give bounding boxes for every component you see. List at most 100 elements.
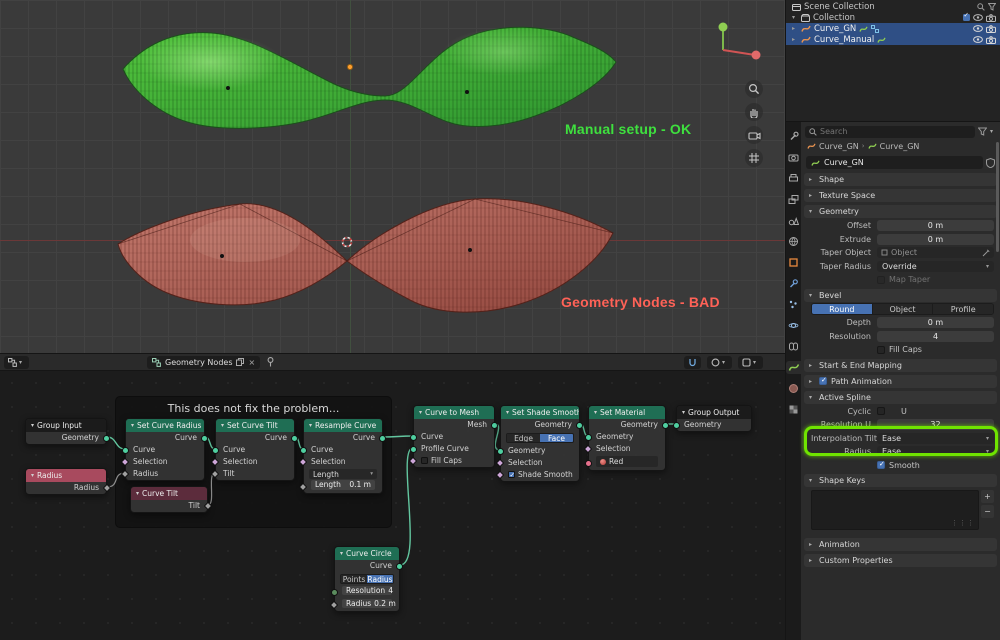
socket-curve-in[interactable]: [410, 433, 417, 441]
tab-object[interactable]: [786, 256, 802, 269]
socket-curve-out[interactable]: [291, 434, 298, 442]
depth-field[interactable]: 0 m: [877, 317, 994, 328]
node-radius-input[interactable]: ▾ Radius Radius: [25, 468, 112, 495]
zoom-icon[interactable]: [745, 80, 763, 98]
material-selector[interactable]: Red: [596, 456, 658, 467]
bevel-profile-button[interactable]: Profile: [933, 304, 993, 314]
filter-icon[interactable]: [978, 127, 987, 136]
node-set-curve-radius[interactable]: ▾ Set Curve Radius Curve Curve Selection …: [120, 418, 208, 481]
panel-bevel[interactable]: ▾ Bevel: [804, 288, 997, 302]
collapse-chevron-icon[interactable]: ▾: [136, 490, 139, 497]
panel-path-animation[interactable]: ▸Path Animation: [804, 374, 997, 388]
tab-world[interactable]: [786, 235, 802, 248]
socket-curve-in[interactable]: [122, 446, 129, 454]
panel-custom-properties[interactable]: ▸ Custom Properties: [804, 554, 997, 567]
domain-edge-button[interactable]: Edge: [507, 434, 540, 442]
properties-editor[interactable]: ▾ Curve_GN › Curve_GN Curve_GN ▸Shape ▸T…: [801, 122, 1000, 640]
collapse-chevron-icon[interactable]: ▾: [340, 550, 343, 557]
collapse-chevron-icon[interactable]: ▾: [419, 409, 422, 416]
shape-keys-list[interactable]: ⋮⋮⋮: [811, 490, 979, 530]
panel-active-spline[interactable]: ▾ Active Spline: [804, 390, 997, 404]
pin-icon[interactable]: [266, 357, 275, 367]
collapse-chevron-icon[interactable]: ▾: [31, 422, 34, 429]
bevel-resolution-field[interactable]: 4: [877, 330, 994, 342]
collapse-chevron-icon[interactable]: ▾: [682, 409, 685, 416]
socket-geometry-out[interactable]: [576, 421, 583, 429]
breadcrumb-data[interactable]: Curve_GN: [880, 142, 920, 151]
outliner-row-curve-manual[interactable]: ▸ Curve_Manual: [786, 34, 1000, 45]
add-shape-key-button[interactable]: +: [981, 490, 994, 503]
collapse-chevron-icon[interactable]: ▾: [309, 422, 312, 429]
resize-grip[interactable]: ⋮⋮⋮: [951, 519, 975, 527]
filter-icon[interactable]: [988, 2, 996, 11]
datablock-name-field[interactable]: Curve_GN: [806, 156, 983, 169]
node-curve-tilt[interactable]: ▾ Curve Tilt Tilt: [130, 486, 213, 513]
socket-material-in[interactable]: [585, 459, 592, 467]
tab-constraints[interactable]: [786, 340, 802, 353]
collapse-chevron-icon[interactable]: ▾: [221, 422, 224, 429]
socket-geometry-in[interactable]: [585, 433, 592, 441]
camera-view-icon[interactable]: [745, 126, 763, 144]
camera-icon[interactable]: [986, 24, 996, 33]
pan-hand-icon[interactable]: [745, 103, 763, 121]
resolution-field[interactable]: Resolution 4: [342, 586, 393, 595]
node-curve-to-mesh[interactable]: ▾ Curve to Mesh Mesh Curve Profile Curve …: [408, 405, 498, 468]
socket-curve-in[interactable]: [300, 446, 307, 454]
fake-user-shield-icon[interactable]: [986, 157, 995, 168]
fill-caps-checkbox[interactable]: [421, 457, 428, 464]
options-chevron-icon[interactable]: ▾: [990, 128, 996, 135]
socket-resolution-in[interactable]: [331, 588, 338, 596]
socket-mesh-out[interactable]: [491, 421, 498, 429]
node-tree-selector[interactable]: Geometry Nodes ×: [147, 355, 261, 369]
snap-magnet-button[interactable]: [684, 355, 701, 369]
fill-caps-checkbox[interactable]: [877, 345, 885, 354]
disclosure-chevron-icon[interactable]: ▸: [792, 25, 798, 32]
3d-viewport[interactable]: Manual setup - OK Geometry Nodes - BAD: [0, 0, 785, 353]
bevel-object-button[interactable]: Object: [872, 304, 934, 314]
node-set-curve-tilt[interactable]: ▾ Set Curve Tilt Curve Curve Selection Ti…: [210, 418, 298, 481]
navigation-gizmo[interactable]: [703, 20, 763, 65]
tab-texture[interactable]: [786, 403, 802, 416]
radius-field[interactable]: Radius 0.2 m: [342, 599, 396, 608]
properties-scrollbar[interactable]: [996, 142, 999, 252]
length-value-field[interactable]: Length 0.1 m: [311, 480, 375, 490]
search-icon[interactable]: [977, 2, 985, 11]
node-resample-curve[interactable]: ▾ Resample Curve Curve Curve Selection Le…: [298, 418, 386, 494]
socket-geometry-out[interactable]: [662, 421, 669, 429]
outliner-row-curve-gn[interactable]: ▸ Curve_GN: [786, 23, 1000, 34]
shade-smooth-checkbox[interactable]: [508, 469, 515, 481]
domain-face-button[interactable]: Face: [540, 434, 573, 442]
panel-start-end-mapping[interactable]: ▸ Start & End Mapping: [804, 358, 997, 372]
offset-field[interactable]: 0 m: [877, 220, 994, 231]
taper-radius-dropdown[interactable]: Override ▾: [877, 260, 994, 272]
outliner-row-collection[interactable]: ▾ Collection: [786, 11, 1000, 23]
panel-animation[interactable]: ▸ Animation: [804, 538, 997, 551]
node-group-output[interactable]: ▾ Group Output Geometry: [673, 405, 752, 432]
mode-radius-button[interactable]: Radius: [367, 575, 393, 583]
eye-icon[interactable]: [973, 14, 983, 21]
path-animation-checkbox[interactable]: [819, 376, 827, 385]
shading-button[interactable]: ▾: [738, 355, 763, 369]
node-set-shade-smooth[interactable]: ▾ Set Shade Smooth Geometry Edge Face Geo…: [495, 405, 583, 482]
eyedropper-icon[interactable]: [982, 248, 990, 257]
outliner[interactable]: Scene Collection ▾ Collection ▸ Curve_GN…: [785, 0, 1000, 122]
ortho-grid-icon[interactable]: [745, 149, 763, 167]
tab-particles[interactable]: [786, 298, 802, 311]
editor-type-button[interactable]: ▾: [4, 355, 29, 369]
mode-dropdown[interactable]: Length ▾: [309, 469, 377, 479]
tab-scene[interactable]: [786, 214, 802, 227]
collapse-chevron-icon[interactable]: ▾: [594, 409, 597, 416]
panel-texture-space[interactable]: ▸ Texture Space: [804, 189, 997, 202]
socket-profile-curve-in[interactable]: [410, 445, 417, 453]
camera-icon[interactable]: [986, 35, 996, 44]
tab-output[interactable]: [786, 172, 802, 185]
socket-geometry-in[interactable]: [673, 421, 680, 429]
extrude-field[interactable]: 0 m: [877, 233, 994, 245]
tab-render[interactable]: [786, 151, 802, 164]
resolution-u-field[interactable]: 32: [877, 419, 994, 430]
socket-geometry-out[interactable]: [103, 434, 110, 442]
socket-curve-out[interactable]: [201, 434, 208, 442]
mode-points-button[interactable]: Points: [341, 575, 367, 583]
socket-curve-out[interactable]: [396, 562, 403, 570]
disclosure-chevron-icon[interactable]: ▾: [792, 14, 798, 21]
